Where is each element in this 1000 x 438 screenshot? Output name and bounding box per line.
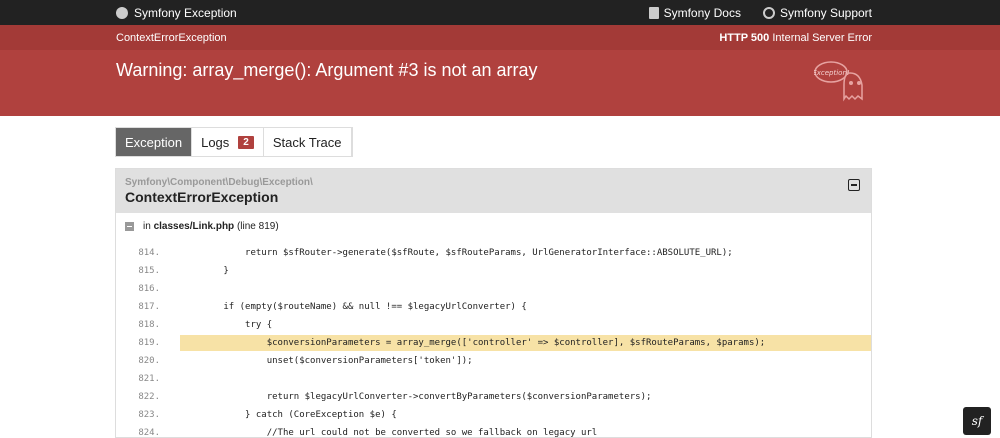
file-path: classes/Link.php	[153, 221, 235, 232]
code-line: 822. return $legacyUrlConverter->convert…	[116, 388, 871, 406]
trace-panel: Symfony\Component\Debug\Exception\ Conte…	[115, 168, 872, 438]
exception-namespace: Symfony\Component\Debug\Exception\	[125, 177, 313, 188]
line-number: 815.	[138, 266, 160, 276]
code-line: 823. } catch (CoreException $e) {	[116, 406, 871, 424]
brand: Symfony Exception	[116, 6, 237, 20]
symfony-toolbar-toggle[interactable]: sf	[963, 407, 991, 435]
docs-label: Symfony Docs	[663, 5, 741, 20]
line-number: 819.	[138, 338, 160, 348]
symfony-support-link[interactable]: Symfony Support	[762, 5, 872, 20]
code-text: if (empty($routeName) && null !== $legac…	[180, 302, 527, 312]
file-prefix: in	[143, 221, 151, 232]
code-line-highlighted: 819. $conversionParameters = array_merge…	[116, 334, 871, 352]
line-number: 817.	[138, 302, 160, 312]
tab-stack-trace[interactable]: Stack Trace	[263, 128, 352, 156]
code-line: 821.	[116, 370, 871, 388]
code-line: 816.	[116, 280, 871, 298]
logs-count-badge: 2	[238, 135, 254, 149]
code-text: try {	[180, 320, 273, 330]
code-text: } catch (CoreException $e) {	[180, 410, 397, 420]
ghost-label: Exception!	[814, 69, 850, 77]
symfony-logo-icon	[116, 6, 128, 19]
sf-logo-text: sf	[971, 414, 983, 428]
code-text: }	[180, 266, 229, 276]
code-line: 814. return $sfRouter->generate($sfRoute…	[116, 244, 871, 262]
code-excerpt: 814. return $sfRouter->generate($sfRoute…	[116, 244, 871, 438]
exception-class: ContextErrorException	[125, 189, 279, 205]
code-line: 815. }	[116, 262, 871, 280]
code-text: //The url could not be converted so we f…	[180, 428, 598, 438]
exception-class-label: ContextErrorException	[116, 31, 227, 44]
line-number: 821.	[138, 374, 160, 384]
file-line-number: (line 819)	[236, 221, 279, 232]
brand-label: Symfony Exception	[134, 5, 237, 20]
tab-bar: Exception Logs 2 Stack Trace	[115, 127, 353, 157]
code-line: 818. try {	[116, 316, 871, 334]
status-text: Internal Server Error	[772, 31, 872, 44]
line-number: 814.	[138, 248, 160, 258]
code-text: $conversionParameters = array_merge(['co…	[180, 335, 871, 351]
lifebuoy-icon	[762, 6, 775, 19]
tab-stack-trace-label: Stack Trace	[272, 134, 342, 150]
line-number: 822.	[138, 392, 160, 402]
code-text: return $sfRouter->generate($sfRoute, $sf…	[180, 248, 733, 258]
line-number: 816.	[138, 284, 160, 294]
line-number: 820.	[138, 356, 160, 366]
line-number: 824.	[138, 428, 160, 438]
code-line: 817. if (empty($routeName) && null !== $…	[116, 298, 871, 316]
code-text: unset($conversionParameters['token']);	[180, 356, 473, 366]
trace-header: Symfony\Component\Debug\Exception\ Conte…	[116, 169, 871, 213]
status-code: HTTP 500	[719, 31, 770, 44]
collapse-code-icon[interactable]	[125, 222, 134, 231]
exception-ghost-icon: Exception!	[814, 61, 863, 102]
symfony-docs-link[interactable]: Symfony Docs	[648, 5, 741, 20]
book-icon	[648, 6, 659, 19]
code-line: 820. unset($conversionParameters['token'…	[116, 352, 871, 370]
file-location: in classes/Link.php (line 819)	[116, 213, 871, 232]
tab-logs[interactable]: Logs 2	[192, 128, 264, 156]
code-line: 824. //The url could not be converted so…	[116, 424, 871, 438]
exception-header: ContextErrorException HTTP 500 Internal …	[0, 25, 1000, 116]
tab-exception-label: Exception	[125, 134, 183, 150]
code-text: return $legacyUrlConverter->convertByPar…	[180, 392, 652, 402]
support-label: Symfony Support	[779, 5, 872, 20]
tab-exception[interactable]: Exception	[116, 128, 193, 156]
tab-logs-label: Logs	[201, 134, 230, 150]
top-bar: Symfony Exception Symfony Docs Symfony S…	[0, 0, 1000, 25]
http-status: HTTP 500 Internal Server Error	[719, 32, 872, 44]
collapse-toggle-icon[interactable]	[848, 179, 860, 191]
line-number: 818.	[138, 320, 160, 330]
line-number: 823.	[138, 410, 160, 420]
